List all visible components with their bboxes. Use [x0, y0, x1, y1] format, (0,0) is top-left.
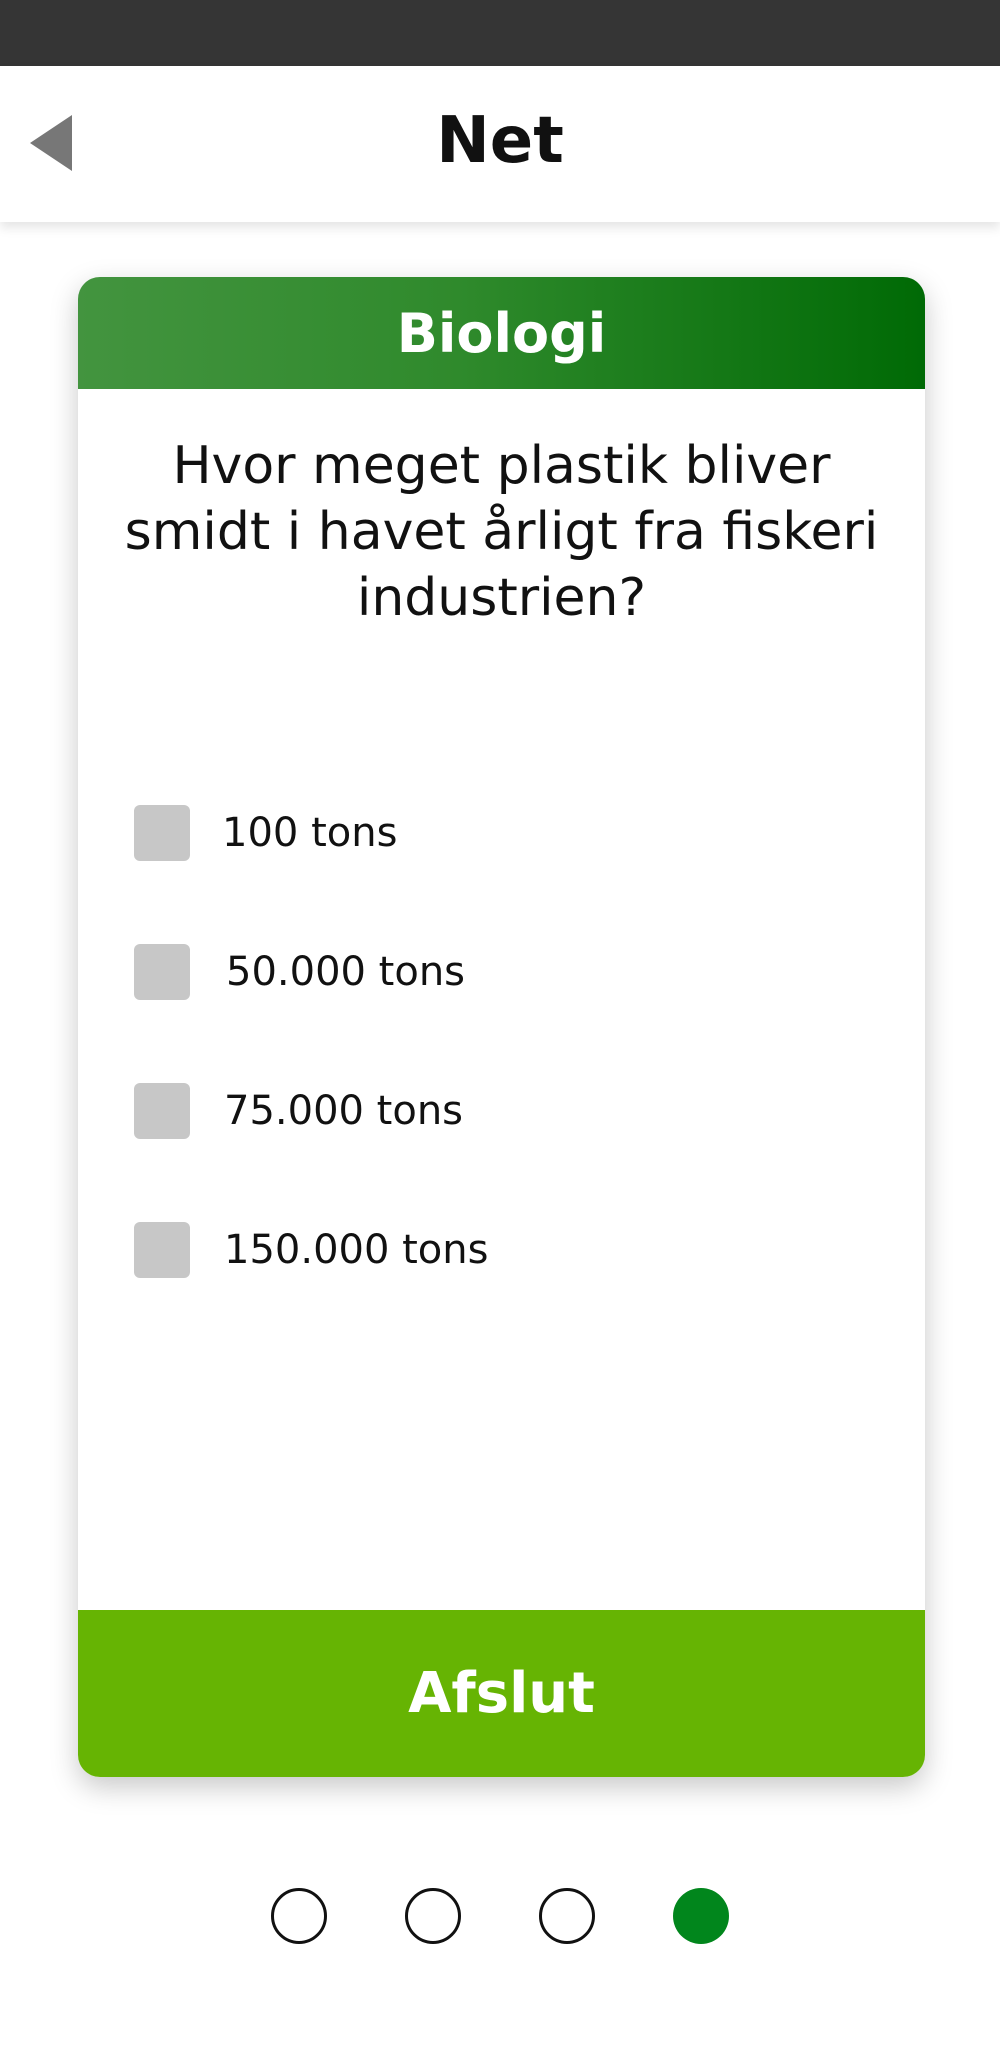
answer-checkbox[interactable] — [134, 805, 190, 861]
question-text: Hvor meget plastik bliver smidt i havet … — [124, 436, 879, 628]
page-title: Net — [436, 104, 564, 178]
answer-options: 100 tons 50.000 tons 75.000 tons 150.000… — [134, 805, 488, 1361]
quiz-card: Biologi Hvor meget plastik bliver smidt … — [78, 277, 925, 1777]
answer-checkbox[interactable] — [134, 944, 190, 1000]
finish-button[interactable]: Afslut — [78, 1610, 925, 1777]
answer-option[interactable]: 100 tons — [134, 805, 488, 861]
answer-checkbox[interactable] — [134, 1222, 190, 1278]
answer-label: 100 tons — [222, 810, 398, 856]
page-dot[interactable] — [539, 1888, 595, 1944]
answer-label: 150.000 tons — [224, 1227, 489, 1273]
page-dot[interactable] — [405, 1888, 461, 1944]
answer-option[interactable]: 150.000 tons — [134, 1222, 488, 1278]
category-label: Biologi — [396, 301, 607, 365]
finish-button-label: Afslut — [408, 1661, 595, 1726]
answer-label: 50.000 tons — [226, 949, 466, 995]
page-dot-active[interactable] — [673, 1888, 729, 1944]
answer-option[interactable]: 75.000 tons — [134, 1083, 488, 1139]
card-category-header: Biologi — [78, 277, 925, 389]
page-indicator — [0, 1888, 1000, 1944]
status-bar — [0, 0, 1000, 66]
answer-label: 75.000 tons — [224, 1088, 464, 1134]
top-header: Net — [0, 66, 1000, 222]
answer-option[interactable]: 50.000 tons — [134, 944, 488, 1000]
answer-checkbox[interactable] — [134, 1083, 190, 1139]
page-dot[interactable] — [271, 1888, 327, 1944]
